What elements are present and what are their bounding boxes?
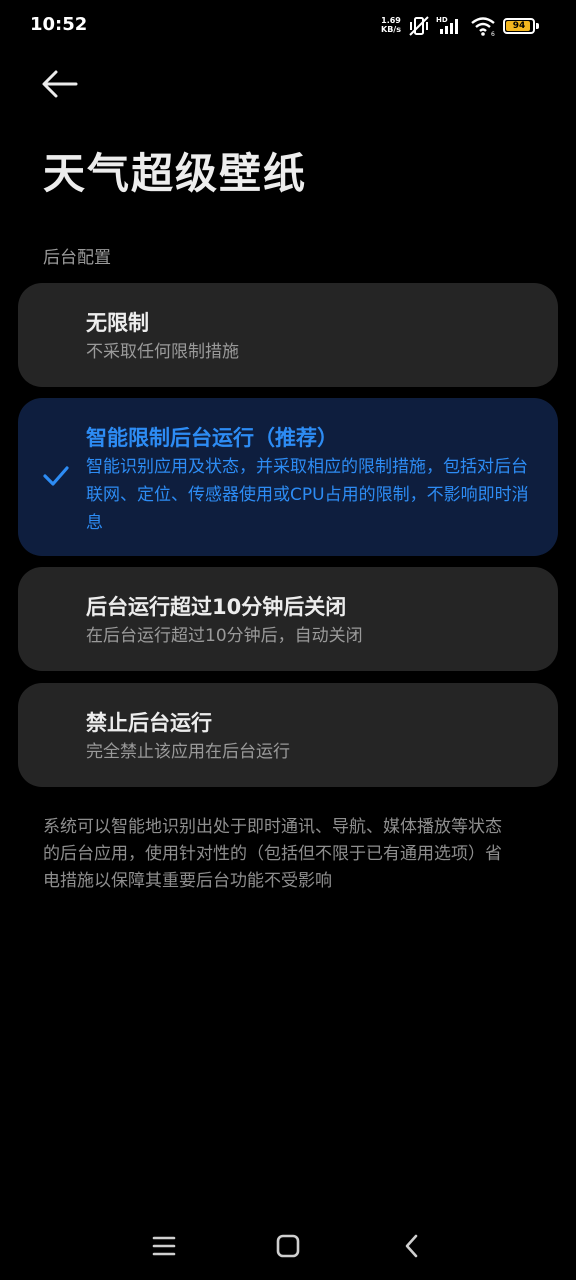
option-forbid-background[interactable]: 禁止后台运行 完全禁止该应用在后台运行: [18, 683, 558, 787]
status-bar: 10:52 1.69 KB/s HD 6 94: [0, 0, 576, 56]
network-speed-unit: KB/s: [381, 25, 401, 34]
svg-text:HD: HD: [436, 16, 448, 24]
page-title: 天气超级壁纸: [43, 149, 308, 198]
mute-vibrate-icon: [409, 16, 429, 36]
status-time: 10:52: [30, 14, 88, 35]
network-speed: 1.69 KB/s: [378, 16, 404, 34]
navigation-bar: [0, 1216, 576, 1276]
cellular-hd-signal-icon: HD: [436, 16, 458, 34]
svg-text:6: 6: [491, 31, 495, 37]
back-icon[interactable]: [398, 1232, 426, 1260]
option-title: 禁止后台运行: [86, 711, 212, 735]
option-no-restriction[interactable]: 无限制 不采取任何限制措施: [18, 283, 558, 387]
option-desc: 不采取任何限制措施: [86, 342, 239, 362]
option-title: 无限制: [86, 311, 149, 335]
menu-icon[interactable]: [150, 1232, 178, 1260]
wifi-icon: 6: [471, 17, 495, 37]
option-close-after-10min[interactable]: 后台运行超过10分钟后关闭 在后台运行超过10分钟后，自动关闭: [18, 567, 558, 671]
option-title: 智能限制后台运行（推荐）: [86, 426, 338, 450]
option-desc: 完全禁止该应用在后台运行: [86, 742, 290, 762]
network-speed-value: 1.69: [381, 16, 401, 25]
battery-icon: 94: [503, 18, 535, 34]
back-arrow-icon[interactable]: [40, 66, 80, 102]
option-smart-restriction[interactable]: 智能限制后台运行（推荐） 智能识别应用及状态，并采取相应的限制措施，包括对后台联…: [18, 398, 558, 556]
battery-tip: [536, 23, 539, 29]
home-icon[interactable]: [274, 1232, 302, 1260]
option-title: 后台运行超过10分钟后关闭: [86, 595, 347, 619]
footnote-text: 系统可以智能地识别出处于即时通讯、导航、媒体播放等状态的后台应用，使用针对性的（…: [43, 817, 502, 891]
section-label: 后台配置: [43, 248, 111, 268]
option-desc: 智能识别应用及状态，并采取相应的限制措施，包括对后台联网、定位、传感器使用或CP…: [86, 457, 529, 533]
battery-percent: 94: [512, 21, 526, 31]
checkmark-icon: [43, 466, 69, 486]
option-desc: 在后台运行超过10分钟后，自动关闭: [86, 626, 363, 646]
